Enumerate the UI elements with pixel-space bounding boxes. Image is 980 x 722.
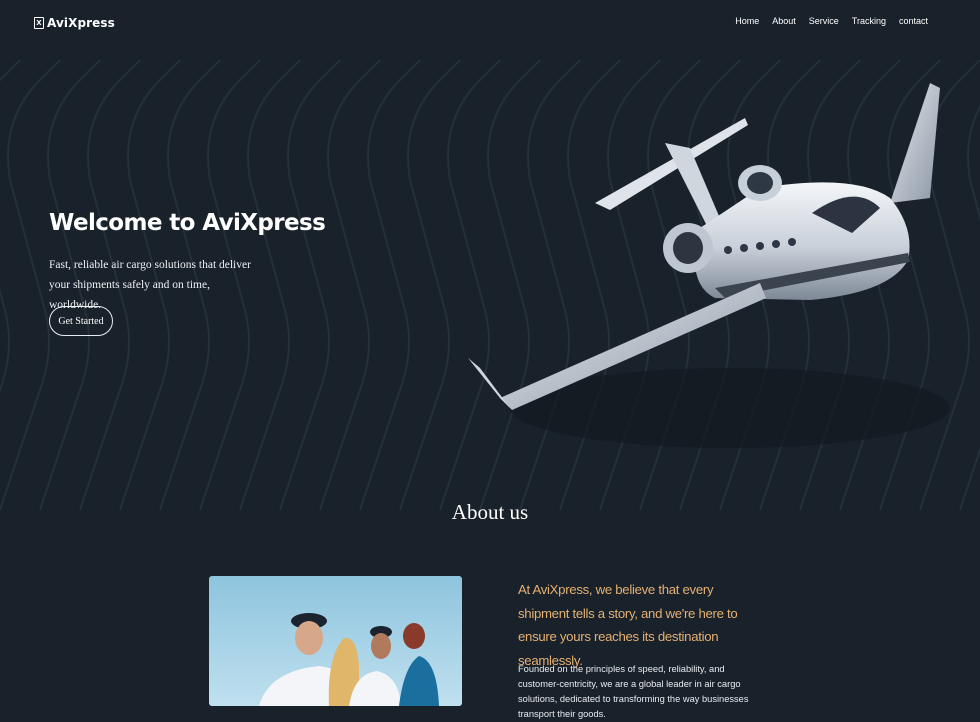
- logo-icon: X: [34, 17, 44, 29]
- nav-link-home[interactable]: Home: [735, 16, 759, 26]
- top-navbar: X AviXpress Home About Service Tracking …: [0, 0, 980, 48]
- logo[interactable]: X AviXpress: [34, 16, 115, 30]
- about-section-title: About us: [451, 500, 529, 524]
- background-line: [359, 60, 422, 510]
- nav-link-about[interactable]: About: [772, 16, 796, 26]
- logo-text: AviXpress: [47, 16, 115, 30]
- get-started-button[interactable]: Get Started: [49, 306, 113, 336]
- hero-title: Welcome to AviXpress: [49, 210, 326, 236]
- background-line: [279, 60, 342, 510]
- background-line: [319, 60, 382, 510]
- nav-link-contact[interactable]: contact: [899, 16, 928, 26]
- background-line: [0, 60, 22, 394]
- about-crew-photo: [209, 576, 462, 706]
- about-body-text: Founded on the principles of speed, reli…: [518, 664, 749, 719]
- about-lead-text: At AviXpress, we believe that every ship…: [518, 582, 738, 668]
- nav-link-tracking[interactable]: Tracking: [852, 16, 886, 26]
- private-jet-image: [468, 83, 950, 448]
- nav-menu: Home About Service Tracking contact: [735, 16, 928, 26]
- nav-link-service[interactable]: Service: [809, 16, 839, 26]
